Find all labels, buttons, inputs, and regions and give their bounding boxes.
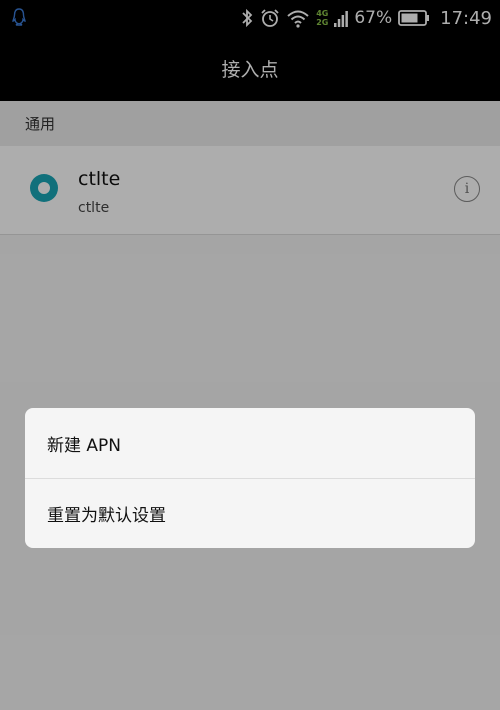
options-menu: 新建 APN 重置为默认设置 <box>25 408 475 548</box>
menu-item-reset-default[interactable]: 重置为默认设置 <box>25 478 475 548</box>
menu-item-new-apn[interactable]: 新建 APN <box>25 408 475 478</box>
dim-overlay[interactable] <box>0 0 500 710</box>
